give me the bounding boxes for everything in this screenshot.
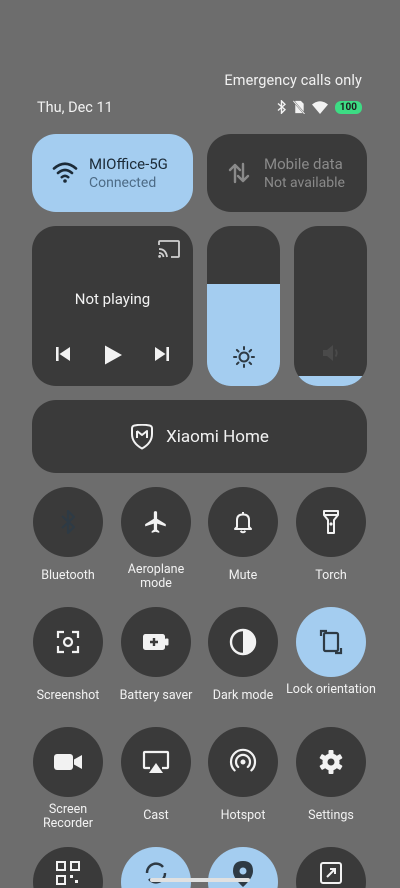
aeroplane-mode-toggle-circle[interactable]: [121, 487, 191, 557]
wifi-status: Connected: [89, 175, 157, 191]
volume-fill: [294, 376, 367, 386]
settings-toggle[interactable]: Settings: [286, 727, 376, 823]
screenshot-toggle[interactable]: Screenshot: [23, 607, 113, 703]
expand-icon: [320, 862, 342, 884]
screenshot-toggle-circle[interactable]: [33, 607, 103, 677]
volume-slider[interactable]: [294, 226, 367, 386]
lock-orientation-toggle[interactable]: Lock orientation: [286, 607, 376, 697]
battery-saver-icon: [143, 634, 169, 650]
sync-icon: [145, 862, 167, 884]
wifi-icon: [52, 162, 78, 183]
mobile-data-status: Not available: [264, 175, 345, 191]
brightness-slider[interactable]: [207, 226, 280, 386]
cast-toggle-circle[interactable]: [121, 727, 191, 797]
screenshot-icon: [56, 630, 80, 654]
aeroplane-mode-label: Aeroplane mode: [127, 562, 185, 591]
play-icon[interactable]: [102, 344, 124, 366]
qr-scanner-toggle[interactable]: [23, 847, 113, 888]
cast-screen-icon: [142, 750, 170, 773]
dark-mode-toggle[interactable]: Dark mode: [198, 607, 288, 703]
control-center: Emergency calls only Thu, Dec 11 100 MIO…: [0, 0, 400, 888]
hotspot-label: Hotspot: [220, 808, 266, 823]
floating-window-toggle-circle[interactable]: [296, 847, 366, 888]
dark-mode-icon: [229, 628, 257, 656]
lock-orientation-label: Lock orientation: [286, 682, 376, 697]
brightness-icon: [232, 346, 255, 368]
screen-recorder-toggle[interactable]: Screen Recorder: [23, 727, 113, 831]
gear-icon: [319, 750, 343, 774]
bell-icon: [234, 512, 252, 534]
bluetooth-toggle-circle[interactable]: [33, 487, 103, 557]
location-pin-icon: [233, 861, 253, 887]
wifi-network-name: MIOffice-5G: [89, 155, 168, 173]
volume-icon: [322, 345, 338, 361]
emergency-calls-text: Emergency calls only: [224, 72, 362, 89]
no-sim-icon: [292, 100, 305, 114]
battery-saver-toggle[interactable]: Battery saver: [111, 607, 201, 703]
settings-label: Settings: [308, 808, 354, 823]
mute-label: Mute: [228, 568, 258, 583]
status-icons: 100: [277, 99, 362, 115]
battery-level-badge: 100: [334, 100, 362, 114]
bluetooth-icon: [61, 509, 76, 535]
xiaomi-home-label: Xiaomi Home: [166, 426, 269, 447]
battery-saver-toggle-circle[interactable]: [121, 607, 191, 677]
xiaomi-home-tile[interactable]: Xiaomi Home: [32, 400, 367, 473]
lock-orientation-toggle-circle[interactable]: [296, 607, 366, 677]
qr-code-icon: [56, 861, 80, 885]
floating-window-toggle[interactable]: [286, 847, 376, 888]
next-track-icon[interactable]: [152, 344, 172, 364]
qr-scanner-toggle-circle[interactable]: [33, 847, 103, 888]
screen-recorder-label: Screen Recorder: [42, 802, 94, 831]
hotspot-toggle-circle[interactable]: [208, 727, 278, 797]
hotspot-icon: [229, 748, 257, 772]
brightness-fill: [207, 283, 280, 386]
bluetooth-status-icon: [277, 100, 286, 114]
xiaomi-home-icon: [131, 423, 154, 450]
mobile-data-icon: [228, 162, 250, 184]
torch-label: Torch: [315, 568, 347, 583]
wifi-status-icon: [311, 100, 328, 114]
mobile-data-label: Mobile data: [264, 155, 343, 173]
screenshot-label: Screenshot: [36, 688, 100, 703]
bluetooth-label: Bluetooth: [41, 568, 95, 583]
flashlight-icon: [323, 510, 339, 534]
dark-mode-toggle-circle[interactable]: [208, 607, 278, 677]
dark-mode-label: Dark mode: [212, 688, 274, 703]
torch-toggle[interactable]: Torch: [286, 487, 376, 583]
aeroplane-mode-toggle[interactable]: Aeroplane mode: [111, 487, 201, 591]
previous-track-icon[interactable]: [53, 344, 73, 364]
bluetooth-toggle[interactable]: Bluetooth: [23, 487, 113, 583]
settings-toggle-circle[interactable]: [296, 727, 366, 797]
media-player-tile[interactable]: Not playing: [32, 226, 193, 386]
battery-saver-label: Battery saver: [119, 688, 193, 703]
cast-label: Cast: [143, 808, 169, 823]
cast-toggle[interactable]: Cast: [111, 727, 201, 823]
screen-recorder-toggle-circle[interactable]: [33, 727, 103, 797]
video-camera-icon: [54, 754, 82, 770]
wifi-tile[interactable]: MIOffice-5G Connected: [32, 134, 193, 212]
date-text: Thu, Dec 11: [37, 99, 113, 116]
rotation-lock-icon: [319, 629, 343, 655]
airplane-icon: [145, 511, 166, 533]
mobile-data-tile[interactable]: Mobile data Not available: [207, 134, 367, 212]
home-gesture-bar[interactable]: [150, 878, 250, 882]
cast-output-icon[interactable]: [158, 240, 180, 258]
hotspot-toggle[interactable]: Hotspot: [198, 727, 288, 823]
torch-toggle-circle[interactable]: [296, 487, 366, 557]
media-status-text: Not playing: [74, 290, 151, 308]
mute-toggle-circle[interactable]: [208, 487, 278, 557]
mute-toggle[interactable]: Mute: [198, 487, 288, 583]
